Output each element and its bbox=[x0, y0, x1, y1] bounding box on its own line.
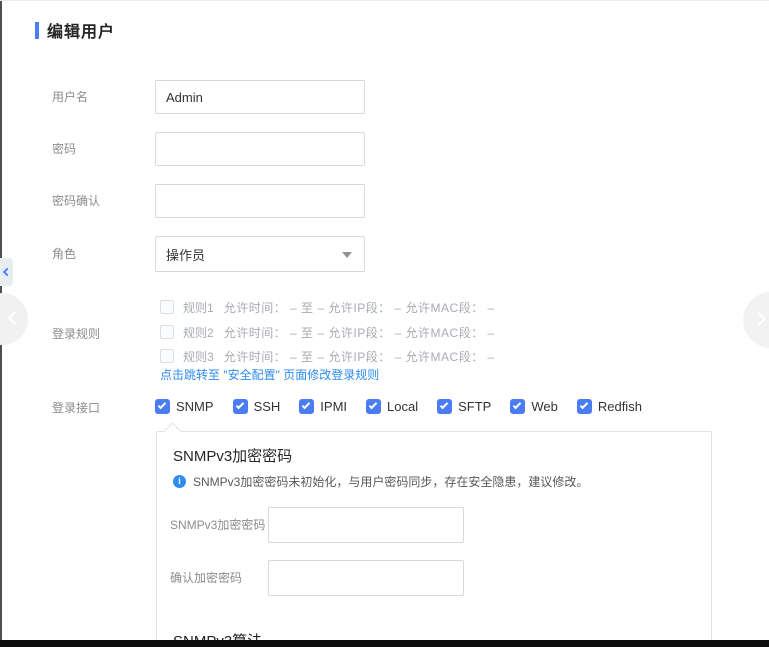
snmpv3-panel-title: SNMPv3加密密码 bbox=[173, 445, 292, 466]
redfish-checkbox-label: Redfish bbox=[598, 399, 642, 414]
checkbox-ipmi[interactable]: IPMI bbox=[299, 399, 347, 414]
snmpv3-encrypt-password-input[interactable] bbox=[268, 507, 464, 543]
check-icon bbox=[440, 400, 448, 408]
role-label: 角色 bbox=[52, 247, 76, 261]
page-title: 编辑用户 bbox=[47, 18, 115, 42]
login-rule-row-1: 规则1 允许时间： – 至 – 允许IP段： – 允许MAC段： – bbox=[160, 299, 495, 315]
rule3-name: 规则3 bbox=[183, 348, 214, 365]
check-icon bbox=[302, 400, 310, 408]
redfish-checkbox-box bbox=[577, 399, 592, 414]
role-select[interactable]: 操作员 bbox=[155, 236, 365, 272]
sftp-checkbox-label: SFTP bbox=[458, 399, 491, 414]
carousel-next-button[interactable] bbox=[743, 292, 769, 348]
bottom-black-bar bbox=[0, 640, 769, 647]
carousel-prev-button[interactable] bbox=[0, 293, 28, 345]
info-icon: i bbox=[173, 475, 186, 488]
role-selected-value: 操作员 bbox=[166, 245, 205, 264]
local-checkbox-label: Local bbox=[387, 399, 418, 414]
password-confirm-input[interactable] bbox=[155, 184, 365, 218]
sftp-checkbox-box bbox=[437, 399, 452, 414]
login-rule-row-2: 规则2 允许时间： – 至 – 允许IP段： – 允许MAC段： – bbox=[160, 324, 495, 340]
ssh-checkbox-label: SSH bbox=[254, 399, 281, 414]
checkbox-snmp[interactable]: SNMP bbox=[155, 399, 214, 414]
username-input[interactable] bbox=[155, 80, 365, 114]
rule3-checkbox[interactable] bbox=[160, 349, 174, 363]
snmp-checkbox-box bbox=[155, 399, 170, 414]
ipmi-checkbox-label: IPMI bbox=[320, 399, 347, 414]
edit-user-page: 编辑用户 用户名 密码 密码确认 角色 操作员 登录规则 规则1 允许时间： –… bbox=[0, 0, 769, 647]
panel-pointer bbox=[163, 422, 181, 440]
confirm-encrypt-password-label: 确认加密密码 bbox=[170, 571, 242, 585]
checkbox-redfish[interactable]: Redfish bbox=[577, 399, 642, 414]
rule1-checkbox[interactable] bbox=[160, 300, 174, 314]
chevron-right-icon bbox=[752, 312, 766, 326]
check-icon bbox=[580, 400, 588, 408]
check-icon bbox=[513, 400, 521, 408]
rule1-detail: 允许时间： – 至 – 允许IP段： – 允许MAC段： – bbox=[224, 299, 495, 316]
checkbox-ssh[interactable]: SSH bbox=[233, 399, 281, 414]
title-accent-bar bbox=[35, 22, 39, 39]
rule3-detail: 允许时间： – 至 – 允许IP段： – 允许MAC段： – bbox=[224, 348, 495, 365]
local-checkbox-box bbox=[366, 399, 381, 414]
sidebar-collapse-tab[interactable] bbox=[0, 258, 13, 286]
chevron-down-icon bbox=[342, 252, 352, 258]
rule2-name: 规则2 bbox=[183, 324, 214, 341]
rule1-name: 规则1 bbox=[183, 299, 214, 316]
snmpv3-notice-text: SNMPv3加密密码未初始化，与用户密码同步，存在安全隐患，建议修改。 bbox=[193, 473, 588, 490]
confirm-encrypt-password-input[interactable] bbox=[268, 560, 464, 596]
page-title-row: 编辑用户 bbox=[35, 18, 115, 42]
login-rule-row-3: 规则3 允许时间： – 至 – 允许IP段： – 允许MAC段： – bbox=[160, 348, 495, 364]
snmpv3-password-panel: SNMPv3加密密码 i SNMPv3加密密码未初始化，与用户密码同步，存在安全… bbox=[156, 431, 712, 647]
check-icon bbox=[235, 400, 243, 408]
checkbox-web[interactable]: Web bbox=[510, 399, 558, 414]
snmpv3-notice-row: i SNMPv3加密密码未初始化，与用户密码同步，存在安全隐患，建议修改。 bbox=[173, 473, 588, 490]
snmpv3-encrypt-password-label: SNMPv3加密密码 bbox=[170, 518, 265, 532]
rule2-checkbox[interactable] bbox=[160, 325, 174, 339]
checkbox-local[interactable]: Local bbox=[366, 399, 418, 414]
username-label: 用户名 bbox=[52, 90, 88, 104]
ssh-checkbox-box bbox=[233, 399, 248, 414]
chevron-left-icon bbox=[3, 268, 11, 276]
chevron-left-icon bbox=[8, 311, 22, 325]
login-rules-label: 登录规则 bbox=[52, 327, 100, 341]
rule2-detail: 允许时间： – 至 – 允许IP段： – 允许MAC段： – bbox=[224, 324, 495, 341]
ipmi-checkbox-box bbox=[299, 399, 314, 414]
web-checkbox-label: Web bbox=[531, 399, 558, 414]
login-interfaces-group: SNMP SSH IPMI Local SFTP Web Redfish bbox=[155, 399, 661, 414]
login-interfaces-label: 登录接口 bbox=[52, 401, 100, 415]
security-config-link[interactable]: 点击跳转至 "安全配置" 页面修改登录规则 bbox=[160, 366, 379, 383]
snmp-checkbox-label: SNMP bbox=[176, 399, 214, 414]
check-icon bbox=[369, 400, 377, 408]
check-icon bbox=[158, 400, 166, 408]
checkbox-sftp[interactable]: SFTP bbox=[437, 399, 491, 414]
password-label: 密码 bbox=[52, 142, 76, 156]
password-confirm-label: 密码确认 bbox=[52, 194, 100, 208]
password-input[interactable] bbox=[155, 132, 365, 166]
web-checkbox-box bbox=[510, 399, 525, 414]
